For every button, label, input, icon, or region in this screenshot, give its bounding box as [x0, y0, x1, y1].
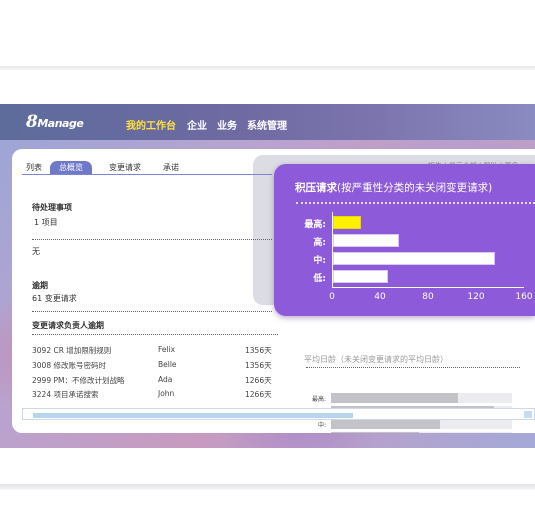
row-owner: Felix	[158, 345, 176, 354]
tab-change-requests[interactable]: 变更请求	[109, 161, 141, 175]
scrollbar-thumb[interactable]	[33, 413, 353, 418]
nav-item-enterprise[interactable]: 企业	[187, 117, 207, 132]
backlog-x-tick: 80	[422, 292, 434, 302]
backlog-bar[interactable]	[333, 216, 361, 229]
nav-item-my-workbench[interactable]: 我的工作台	[126, 117, 176, 132]
backlog-x-tick: 40	[374, 292, 386, 302]
backlog-x-tick: 0	[329, 292, 335, 302]
avg-age-category-label: 中:	[317, 422, 326, 429]
dotted-divider	[32, 239, 272, 240]
backlog-category-label: 低:	[313, 274, 326, 284]
popup-title-subtitle: (按严重性分类的未关闭变更请求)	[337, 182, 493, 194]
row-owner: Belle	[158, 360, 177, 369]
avg-age-category-label: 最高:	[311, 396, 326, 403]
page: { "app": { "logo_main": "8", "logo_sub":…	[0, 0, 535, 515]
backlog-popup[interactable]: 积压请求(按严重性分类的未关闭变更请求) 最高: 高: 中: 低: 0 40 80 120 16…	[274, 164, 535, 316]
backlog-category-label: 中:	[313, 256, 326, 266]
overdue-title: 逾期	[32, 281, 48, 290]
horizontal-scrollbar[interactable]	[22, 408, 535, 420]
row-days: 1266天	[245, 390, 272, 399]
scrollbar-arrow[interactable]	[524, 411, 532, 418]
popup-title-bold: 积压请求	[295, 182, 337, 194]
row-name[interactable]: 3224 项目承诺搜索	[32, 389, 98, 400]
backlog-bar[interactable]	[333, 270, 388, 283]
row-name[interactable]: 2999 PM：不修改计划战略	[32, 375, 124, 386]
backlog-bar[interactable]	[333, 252, 495, 265]
top-divider	[0, 66, 535, 70]
row-name[interactable]: 3092 CR 增加限制规则	[32, 345, 111, 356]
dotted-divider	[32, 311, 272, 312]
backlog-popup-title: 积压请求(按严重性分类的未关闭变更请求)	[295, 180, 492, 195]
dotted-divider	[306, 367, 520, 368]
logo-wordmark: Manage	[37, 117, 84, 130]
tab-overview[interactable]: 总概览	[50, 161, 92, 175]
owner-overdue-title: 变更请求负责人逾期	[32, 321, 104, 330]
dotted-divider	[32, 334, 278, 335]
avg-age-bar[interactable]	[331, 419, 440, 429]
backlog-category-label: 高:	[313, 238, 326, 248]
backlog-x-axis	[332, 287, 524, 288]
app-logo[interactable]: 8Manage	[26, 112, 84, 132]
avg-age-chart-title: 平均日龄（未关闭变更请求的平均日龄）	[304, 355, 448, 364]
avg-age-bar[interactable]	[331, 432, 419, 433]
empty-state-text: 无	[32, 247, 40, 256]
avg-age-bar[interactable]	[331, 393, 458, 403]
pending-items-title: 待处理事项	[32, 203, 72, 212]
nav-item-system-admin[interactable]: 系统管理	[247, 117, 287, 132]
backlog-bar[interactable]	[333, 234, 399, 247]
row-owner: John	[158, 389, 175, 398]
tab-commitments[interactable]: 承诺	[163, 161, 179, 175]
pending-items-count[interactable]: 1 项目	[34, 217, 58, 228]
logo-number: 8	[26, 112, 38, 132]
tab-underline	[22, 174, 272, 175]
app-window: 8Manage 我的工作台 企业 业务 系统管理 报告 | 显示全部 | 帮助 …	[0, 104, 535, 448]
popup-dotted-divider	[296, 202, 535, 204]
row-name[interactable]: 3008 修改账号密码时	[32, 360, 106, 371]
row-days: 1356天	[245, 346, 272, 355]
nav-item-business[interactable]: 业务	[217, 117, 237, 132]
backlog-x-tick: 160	[515, 292, 533, 302]
backlog-x-tick: 120	[467, 292, 485, 302]
backlog-category-label: 最高:	[304, 220, 326, 230]
row-days: 1266天	[245, 376, 272, 385]
row-days: 1356天	[245, 361, 272, 370]
row-owner: Ada	[158, 375, 173, 384]
top-nav-bar: 8Manage 我的工作台 企业 业务 系统管理	[0, 104, 535, 140]
tab-list[interactable]: 列表	[26, 161, 42, 175]
top-whitespace	[0, 0, 535, 66]
bottom-divider	[0, 484, 535, 490]
overdue-count[interactable]: 61 变更请求	[32, 293, 77, 304]
